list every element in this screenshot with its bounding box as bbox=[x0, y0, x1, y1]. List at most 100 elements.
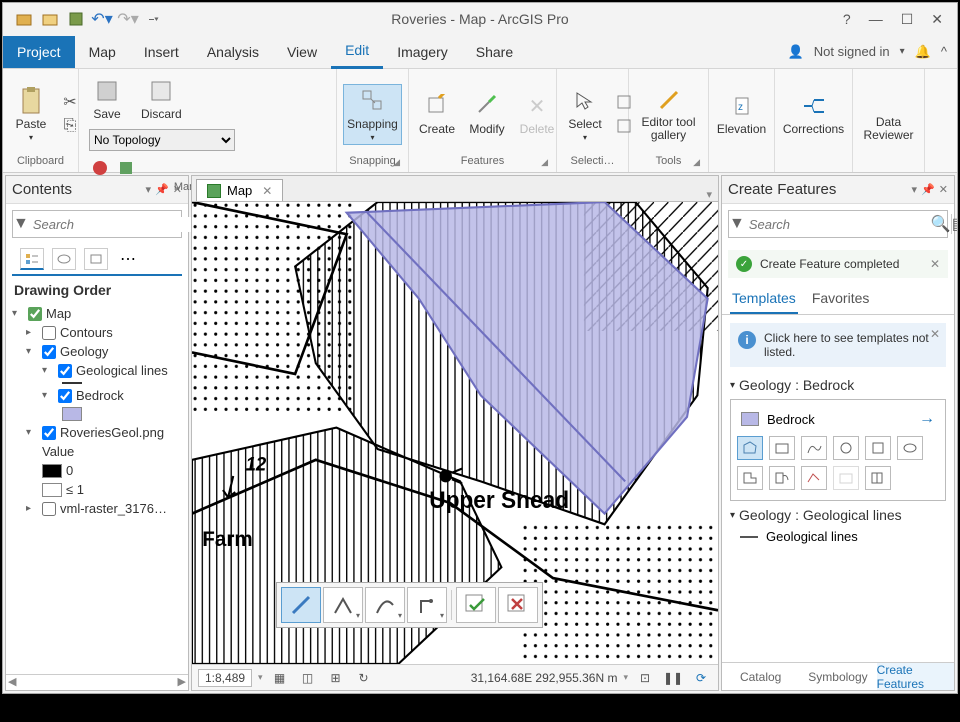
tree-roveries-png[interactable]: ▾RoveriesGeol.png bbox=[10, 423, 184, 442]
contents-search[interactable]: ▼ 🔍 bbox=[12, 210, 182, 238]
trace-tool-2[interactable] bbox=[801, 466, 827, 490]
list-by-selection-icon[interactable] bbox=[84, 248, 108, 270]
tab-edit[interactable]: Edit bbox=[331, 34, 383, 69]
bottom-tab-catalog[interactable]: Catalog bbox=[722, 663, 799, 690]
curve-tool[interactable]: ▾ bbox=[365, 587, 405, 623]
bottom-tab-create-features[interactable]: Create Features bbox=[877, 663, 954, 690]
scroll-left-icon[interactable]: ◀ bbox=[8, 675, 16, 690]
tab-imagery[interactable]: Imagery bbox=[383, 36, 462, 68]
tree-geology[interactable]: ▾Geology bbox=[10, 342, 184, 361]
tab-analysis[interactable]: Analysis bbox=[193, 36, 273, 68]
delete-button[interactable]: ✕Delete bbox=[515, 90, 559, 138]
freehand-tool[interactable] bbox=[801, 436, 827, 460]
cf-search[interactable]: ▼ 🔍 ▤ bbox=[728, 210, 948, 238]
circle-tool[interactable] bbox=[833, 436, 859, 460]
create-button[interactable]: Create bbox=[415, 90, 459, 138]
cf-pin-icon[interactable]: 📌 bbox=[921, 183, 935, 196]
folder-icon[interactable] bbox=[41, 10, 59, 28]
cf-filter-icon[interactable]: ▼ bbox=[729, 215, 745, 233]
map-tab[interactable]: Map✕ bbox=[196, 179, 283, 201]
autocomplete-freehand-tool[interactable] bbox=[769, 466, 795, 490]
list-by-drawing-icon[interactable] bbox=[20, 248, 44, 270]
save-edits-button[interactable]: Save bbox=[85, 75, 129, 123]
elevation-button[interactable]: zElevation bbox=[715, 90, 768, 138]
rectangle-tool[interactable] bbox=[769, 436, 795, 460]
refresh-icon[interactable]: ⟳ bbox=[690, 667, 712, 689]
cf-tab-templates[interactable]: Templates bbox=[730, 284, 798, 314]
corrections-button[interactable]: Corrections bbox=[781, 90, 846, 138]
cf-close-icon[interactable]: ✕ bbox=[939, 183, 948, 196]
list-by-source-icon[interactable] bbox=[52, 248, 76, 270]
save-icon[interactable] bbox=[67, 10, 85, 28]
map-tab-close-icon[interactable]: ✕ bbox=[262, 184, 272, 198]
redo-icon[interactable]: ↷▾ bbox=[119, 10, 137, 28]
cancel-button[interactable] bbox=[498, 587, 538, 623]
scroll-right-icon[interactable]: ▶ bbox=[178, 675, 186, 690]
contents-search-input[interactable] bbox=[29, 217, 215, 232]
cf-manage-templates-icon[interactable]: ▤ bbox=[951, 214, 957, 234]
help-icon[interactable]: ? bbox=[843, 11, 851, 28]
map-view[interactable]: Upper Snead Farm 12 ▾ ▾ ▾ bbox=[192, 202, 718, 664]
cf-info-close-icon[interactable]: ✕ bbox=[930, 327, 940, 341]
square-tool[interactable] bbox=[865, 436, 891, 460]
tab-project[interactable]: Project bbox=[3, 36, 75, 68]
autocomplete-tool[interactable] bbox=[737, 466, 763, 490]
scale-display[interactable]: 1:8,489 bbox=[198, 669, 252, 687]
cf-group-bedrock[interactable]: ▾Geology : Bedrock bbox=[722, 375, 954, 395]
notification-icon[interactable]: 🔔 bbox=[915, 44, 931, 60]
scale-dropdown-icon[interactable]: ▾ bbox=[258, 672, 263, 683]
trace-tool[interactable]: ▾ bbox=[407, 587, 447, 623]
tab-share[interactable]: Share bbox=[462, 36, 527, 68]
maximize-icon[interactable]: ☐ bbox=[901, 11, 914, 28]
bottom-tab-symbology[interactable]: Symbology bbox=[799, 663, 876, 690]
tab-insert[interactable]: Insert bbox=[130, 36, 193, 68]
status-icon-4[interactable]: ↻ bbox=[353, 667, 375, 689]
topology-select[interactable]: No Topology bbox=[89, 129, 235, 151]
cf-lines-item[interactable]: Geological lines bbox=[722, 525, 954, 548]
map-tab-dropdown-icon[interactable]: ▾ bbox=[700, 188, 718, 201]
editor-tool-gallery-button[interactable]: Editor tool gallery bbox=[635, 84, 702, 144]
modify-button[interactable]: Modify bbox=[465, 90, 509, 138]
tree-geo-lines[interactable]: ▾Geological lines bbox=[10, 361, 184, 380]
cf-group-lines[interactable]: ▾Geology : Geological lines bbox=[722, 505, 954, 525]
status-icon-2[interactable]: ◫ bbox=[297, 667, 319, 689]
signin-dropdown-icon[interactable]: ▾ bbox=[900, 46, 905, 57]
coords-dropdown-icon[interactable]: ▾ bbox=[623, 672, 628, 683]
list-more-icon[interactable]: ⋯ bbox=[116, 248, 140, 270]
tree-bedrock[interactable]: ▾Bedrock bbox=[10, 386, 184, 405]
stream-tool[interactable] bbox=[833, 466, 859, 490]
cf-msg-close-icon[interactable]: ✕ bbox=[930, 257, 940, 271]
tree-contours[interactable]: ▸Contours bbox=[10, 323, 184, 342]
line-tool[interactable] bbox=[281, 587, 321, 623]
polygon-tool[interactable] bbox=[737, 436, 763, 460]
select-button[interactable]: Select▾ bbox=[563, 85, 607, 144]
signin-label[interactable]: Not signed in bbox=[814, 44, 890, 59]
cf-search-icon[interactable]: 🔍 bbox=[931, 214, 951, 234]
filter-icon[interactable]: ▼ bbox=[13, 215, 29, 233]
paste-button[interactable]: Paste▾ bbox=[9, 85, 53, 144]
split-tool[interactable] bbox=[865, 466, 891, 490]
status-icon-3[interactable]: ⊞ bbox=[325, 667, 347, 689]
discard-edits-button[interactable]: Discard bbox=[135, 75, 188, 123]
cf-search-input[interactable] bbox=[745, 217, 931, 232]
arc-tool[interactable]: ▾ bbox=[323, 587, 363, 623]
cf-bedrock-item[interactable]: Bedrock → bbox=[737, 406, 939, 432]
arrow-right-icon[interactable]: → bbox=[919, 410, 935, 428]
tree-vml-raster[interactable]: ▸vml-raster_3176429 bbox=[10, 499, 184, 518]
qat-dropdown-icon[interactable]: ⎯▾ bbox=[145, 10, 163, 28]
collapse-ribbon-icon[interactable]: ^ bbox=[941, 44, 947, 59]
minimize-icon[interactable]: — bbox=[869, 11, 883, 28]
open-project-icon[interactable] bbox=[15, 10, 33, 28]
copy-icon[interactable]: ⎘ bbox=[59, 115, 81, 137]
snapping-button[interactable]: Snapping▾ bbox=[343, 84, 402, 145]
close-icon[interactable]: ✕ bbox=[931, 11, 943, 28]
ellipse-tool[interactable] bbox=[897, 436, 923, 460]
finish-button[interactable] bbox=[456, 587, 496, 623]
undo-icon[interactable]: ↶▾ bbox=[93, 10, 111, 28]
cf-menu-icon[interactable]: ▾ bbox=[912, 183, 918, 196]
pause-icon[interactable]: ❚❚ bbox=[662, 667, 684, 689]
cf-tab-favorites[interactable]: Favorites bbox=[810, 284, 872, 314]
cf-info-box[interactable]: i Click here to see templates not listed… bbox=[730, 323, 946, 367]
data-reviewer-button[interactable]: Data Reviewer bbox=[859, 84, 918, 144]
tree-map[interactable]: ▾Map bbox=[10, 304, 184, 323]
